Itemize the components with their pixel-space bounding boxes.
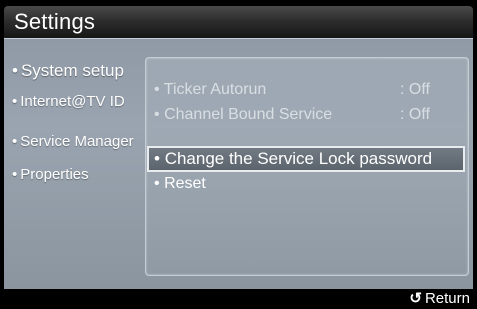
option-change-service-lock-password[interactable]: • Change the Service Lock password [147, 146, 465, 172]
option-label-text: Channel Bound Service [164, 106, 333, 123]
option-label-text: Reset [164, 175, 206, 192]
return-arrow-icon: ↺ [409, 290, 422, 307]
sidebar-item-label: Properties [20, 166, 89, 183]
option-reset[interactable]: • Reset [152, 172, 462, 196]
return-button[interactable]: ↺ Return [409, 289, 470, 307]
option-value: : Off [400, 106, 430, 123]
option-label: • Channel Bound Service [154, 106, 332, 124]
option-label-text: Ticker Autorun [163, 81, 267, 98]
bullet: • [154, 175, 160, 192]
sidebar-item-service-manager[interactable]: • Service Manager [12, 133, 134, 150]
bullet: • [154, 106, 160, 123]
sidebar-item-properties[interactable]: • Properties [12, 166, 89, 183]
return-label: Return [424, 290, 470, 307]
bottom-bar: ↺ Return [4, 289, 473, 309]
option-channel-bound-service[interactable]: • Channel Bound Service : Off [152, 103, 462, 127]
sidebar-item-internet-tv-id[interactable]: • Internet@TV ID [12, 93, 125, 110]
page-title: Settings [14, 9, 96, 34]
title-bar: Settings [4, 6, 473, 38]
sidebar-item-label: Service Manager [20, 133, 134, 150]
sidebar-item-label: Internet@TV ID [20, 93, 125, 110]
option-label: • Reset [154, 175, 206, 193]
option-label-text: Change the Service Lock password [164, 149, 433, 168]
bullet: • [12, 61, 18, 80]
bullet: • [154, 149, 160, 168]
bullet: • [12, 166, 18, 183]
sidebar-item-label: System setup [20, 61, 124, 80]
settings-screen: Settings • System setup • Internet@TV ID •… [0, 0, 477, 309]
settings-panel: • System setup • Internet@TV ID • Service M… [4, 38, 473, 290]
bullet: • [12, 133, 18, 150]
option-ticker-autorun[interactable]: • Ticker Autorun : Off [152, 78, 462, 102]
option-value: : Off [400, 81, 430, 98]
option-label: • Ticker Autorun [154, 81, 266, 99]
bullet: • [154, 81, 160, 98]
sidebar-item-system-setup[interactable]: • System setup [12, 61, 124, 81]
option-label: • Change the Service Lock password [154, 149, 432, 169]
service-manager-options: • Ticker Autorun : Off • Channel Bound S… [145, 57, 469, 276]
bullet: • [12, 93, 18, 110]
